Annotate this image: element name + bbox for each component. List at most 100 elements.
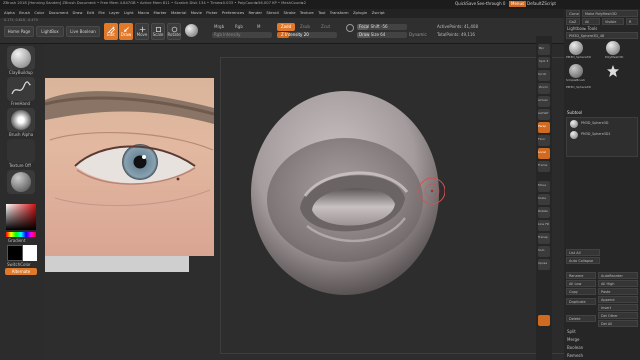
z-intensity-slider[interactable]: Z Intensity 20 bbox=[277, 32, 337, 38]
rgb-intensity-slider[interactable]: Rgb Intensity bbox=[212, 32, 272, 38]
bpr-button[interactable]: Bpr bbox=[538, 44, 550, 55]
r-button[interactable]: R bbox=[626, 18, 638, 25]
append-button[interactable]: Append bbox=[598, 296, 638, 303]
auto-collapse-button[interactable]: Auto Collapse bbox=[566, 257, 600, 264]
menu-light[interactable]: Light bbox=[124, 11, 133, 15]
local-button[interactable]: Local bbox=[538, 148, 550, 159]
menu-layer[interactable]: Layer bbox=[109, 11, 120, 15]
m-button[interactable]: M bbox=[257, 25, 260, 29]
subtool-header[interactable]: Subtool bbox=[567, 111, 582, 115]
lightbox-button[interactable]: LightBox bbox=[36, 26, 64, 37]
menu-movie[interactable]: Movie bbox=[191, 11, 202, 15]
tool-thumb-polymesh[interactable] bbox=[606, 41, 620, 55]
delete-button[interactable]: Delete bbox=[566, 315, 596, 322]
goz-button[interactable]: GoZ bbox=[566, 18, 580, 25]
subtool-item-1[interactable]: PM3D_Sphere3D1 bbox=[581, 132, 610, 136]
draw-button[interactable]: Draw bbox=[119, 23, 133, 40]
del-all-button[interactable]: Del All bbox=[598, 320, 638, 327]
menu-transform[interactable]: Transform bbox=[330, 11, 349, 15]
visible-button[interactable]: Visible bbox=[602, 18, 624, 25]
rotate-button[interactable]: Rotate bbox=[167, 23, 181, 40]
hue-strip[interactable] bbox=[6, 232, 36, 237]
menu-tool[interactable]: Tool bbox=[318, 11, 325, 15]
del-other-button[interactable]: Del Other bbox=[598, 312, 638, 319]
menu-texture[interactable]: Texture bbox=[300, 11, 314, 15]
lightbox-tools-button[interactable]: Lightbox▸ Tools bbox=[567, 27, 597, 31]
menu-alpha[interactable]: Alpha bbox=[4, 11, 15, 15]
main-color-swatch[interactable] bbox=[7, 245, 23, 261]
menu-macro[interactable]: Macro bbox=[138, 11, 150, 15]
alternate-button[interactable]: Alternate bbox=[5, 268, 37, 275]
dynamic-toggle[interactable]: Dynamic bbox=[409, 33, 427, 37]
star-icon[interactable] bbox=[607, 65, 619, 77]
texture-picker[interactable] bbox=[7, 139, 35, 163]
zcut-button[interactable]: Zcut bbox=[321, 25, 330, 29]
material-sphere-icon[interactable] bbox=[185, 24, 198, 37]
transp-button[interactable]: Transp bbox=[538, 233, 550, 244]
frame-button[interactable]: Frame bbox=[538, 161, 550, 172]
brush-hotkey-button[interactable] bbox=[538, 315, 550, 326]
default-zscript-button[interactable]: DefaultZScript bbox=[527, 2, 556, 6]
live-boolean-button[interactable]: Live Boolean bbox=[66, 26, 100, 37]
menu-marker[interactable]: Marker bbox=[154, 11, 167, 15]
secondary-color-swatch[interactable] bbox=[23, 245, 37, 261]
actual-button[interactable]: Actual bbox=[538, 96, 550, 107]
menu-color[interactable]: Color bbox=[34, 11, 44, 15]
menu-zplugin[interactable]: Zplugin bbox=[353, 11, 367, 15]
rename-button[interactable]: Rename bbox=[566, 272, 596, 279]
focal-shift-slider[interactable]: Focal Shift -56 bbox=[357, 24, 407, 30]
brush-picker[interactable] bbox=[7, 46, 35, 70]
gradient-label[interactable]: Gradient bbox=[8, 239, 25, 243]
all-button[interactable]: All bbox=[582, 18, 600, 25]
menu-document[interactable]: Document bbox=[49, 11, 69, 15]
menu-preferences[interactable]: Preferences bbox=[222, 11, 244, 15]
menu-stroke[interactable]: Stroke bbox=[283, 11, 295, 15]
clone-button[interactable]: Clone bbox=[566, 10, 580, 17]
remesh-header[interactable]: Remesh bbox=[567, 354, 583, 358]
subtool-item-0[interactable]: PM3D_Sphere3D bbox=[581, 121, 608, 125]
stroke-picker[interactable] bbox=[7, 77, 35, 101]
zadd-button[interactable]: Zadd bbox=[277, 23, 295, 31]
scroll-button[interactable]: Scroll bbox=[538, 70, 550, 81]
copy-button[interactable]: Copy bbox=[566, 288, 596, 295]
draw-size-slider[interactable]: Draw Size 64 bbox=[357, 32, 407, 38]
color-picker[interactable] bbox=[6, 204, 36, 230]
material-picker[interactable] bbox=[7, 170, 35, 194]
eye-reference-image[interactable] bbox=[45, 78, 214, 256]
all-low-button[interactable]: All Low bbox=[566, 280, 596, 287]
insert-button[interactable]: Insert bbox=[598, 304, 638, 311]
tool-thumb-sphere[interactable] bbox=[569, 41, 583, 55]
home-page-button[interactable]: Home Page bbox=[4, 26, 34, 37]
autoreorder-button[interactable]: AutoReorder bbox=[598, 272, 638, 279]
menu-draw[interactable]: Draw bbox=[73, 11, 83, 15]
zsub-button[interactable]: Zsub bbox=[300, 25, 310, 29]
menu-brush[interactable]: Brush bbox=[19, 11, 30, 15]
floor-button[interactable]: Floor bbox=[538, 135, 550, 146]
quicksave-button[interactable]: QuickSave bbox=[455, 2, 476, 6]
line-fill-button[interactable]: Line Fill bbox=[538, 220, 550, 231]
split-header[interactable]: Split bbox=[567, 330, 576, 334]
merge-header[interactable]: Merge bbox=[567, 338, 580, 342]
see-through-slider[interactable]: See-through 0 bbox=[477, 2, 505, 6]
menus-button[interactable]: Menus bbox=[509, 1, 527, 7]
make-polymesh-button[interactable]: Make PolyMesh3D bbox=[582, 10, 638, 17]
rotate-view-button[interactable]: Rotate bbox=[538, 207, 550, 218]
all-high-button[interactable]: All High bbox=[598, 280, 638, 287]
sculpt-mesh-viewport[interactable] bbox=[245, 88, 445, 302]
paste-button[interactable]: Paste bbox=[598, 288, 638, 295]
boolean-header[interactable]: Boolean bbox=[567, 346, 583, 350]
zoom-button[interactable]: Zoom bbox=[538, 83, 550, 94]
menu-edit[interactable]: Edit bbox=[87, 11, 94, 15]
spix-button[interactable]: Spix 3 bbox=[538, 57, 550, 68]
xpose-button[interactable]: Xpose bbox=[538, 259, 550, 270]
scale-view-button[interactable]: Scale bbox=[538, 194, 550, 205]
duplicate-button[interactable]: Duplicate bbox=[566, 298, 596, 305]
alpha-picker[interactable] bbox=[7, 108, 35, 132]
menu-file[interactable]: File bbox=[98, 11, 104, 15]
rgb-button[interactable]: Rgb bbox=[235, 25, 243, 29]
move-view-button[interactable]: Move bbox=[538, 181, 550, 192]
menu-material[interactable]: Material bbox=[171, 11, 186, 15]
edit-button[interactable]: Edit bbox=[104, 23, 118, 40]
switch-color-button[interactable]: SwitchColor bbox=[7, 263, 31, 267]
menu-zscript[interactable]: Zscript bbox=[372, 11, 385, 15]
